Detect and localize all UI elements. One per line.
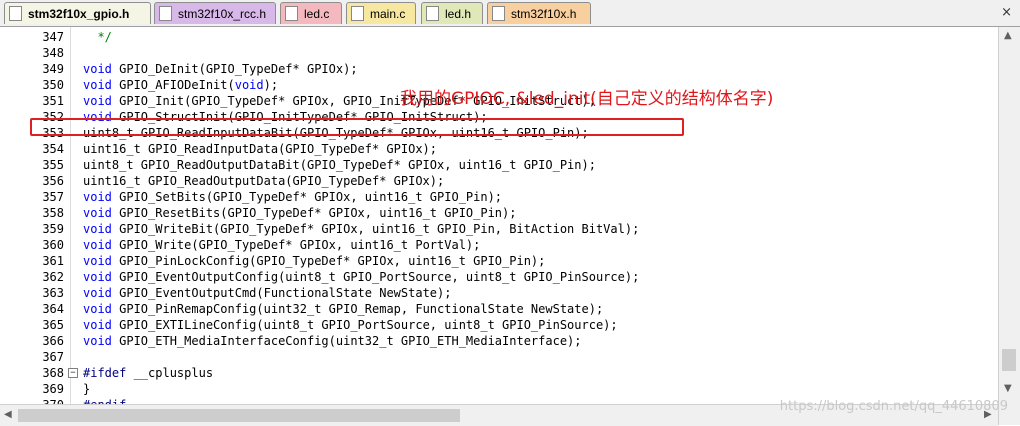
code-line: 361 void GPIO_PinLockConfig(GPIO_TypeDef*… [0, 253, 998, 269]
code-text: #ifdef __cplusplus [83, 366, 214, 380]
code-line: 347 */ [0, 29, 998, 45]
code-text: void GPIO_ETH_MediaInterfaceConfig(uint3… [83, 334, 582, 348]
code-line: 363 void GPIO_EventOutputCmd(FunctionalSt… [0, 285, 998, 301]
line-number: 350 [42, 78, 64, 92]
tab-label: stm32f10x.h [511, 6, 577, 21]
line-number: 351 [42, 94, 64, 108]
code-line: 349 void GPIO_DeInit(GPIO_TypeDef* GPIOx)… [0, 61, 998, 77]
vertical-scrollbar[interactable]: ▲ ▼ [998, 27, 1020, 425]
tab-label: led.c [304, 6, 330, 21]
line-number: 358 [42, 206, 64, 220]
line-number: 361 [42, 254, 64, 268]
code-text: uint16_t GPIO_ReadOutputData(GPIO_TypeDe… [83, 174, 445, 188]
tab-label: main.c [370, 6, 406, 21]
file-icon [351, 6, 364, 21]
code-line: 354 uint16_t GPIO_ReadInputData(GPIO_Type… [0, 141, 998, 157]
tab-label: stm32f10x_gpio.h [28, 6, 130, 21]
code-line: 360 void GPIO_Write(GPIO_TypeDef* GPIOx, … [0, 237, 998, 253]
line-number: 362 [42, 270, 64, 284]
code-line: 362 void GPIO_EventOutputConfig(uint8_t G… [0, 269, 998, 285]
line-number: 369 [42, 382, 64, 396]
code-line: 365 void GPIO_EXTILineConfig(uint8_t GPIO… [0, 317, 998, 333]
code-text: */ [83, 30, 112, 44]
code-line: 348 [0, 45, 998, 61]
line-number: 347 [42, 30, 64, 44]
code-text: void GPIO_PinLockConfig(GPIO_TypeDef* GP… [83, 254, 546, 268]
scroll-down-icon[interactable]: ▼ [1004, 383, 1012, 394]
scroll-up-icon[interactable]: ▲ [1004, 30, 1012, 41]
file-icon [159, 6, 172, 21]
code-text: uint8_t GPIO_ReadOutputDataBit(GPIO_Type… [83, 158, 596, 172]
line-number: 367 [42, 350, 64, 364]
line-number: 356 [42, 174, 64, 188]
watermark: https://blog.csdn.net/qq_44610809 [779, 399, 1008, 414]
code-line: 355 uint8_t GPIO_ReadOutputDataBit(GPIO_T… [0, 157, 998, 173]
code-line: 367 [0, 349, 998, 365]
file-icon [426, 6, 439, 21]
line-number: 360 [42, 238, 64, 252]
code-text: void GPIO_PinRemapConfig(uint32_t GPIO_R… [83, 302, 604, 316]
code-line: 366 void GPIO_ETH_MediaInterfaceConfig(ui… [0, 333, 998, 349]
code-text: } [83, 382, 91, 396]
code-text: uint16_t GPIO_ReadInputData(GPIO_TypeDef… [83, 142, 438, 156]
tab-stm32f10x-rcc-h[interactable]: stm32f10x_rcc.h [154, 2, 276, 24]
file-icon [9, 6, 22, 21]
code-text: void GPIO_SetBits(GPIO_TypeDef* GPIOx, u… [83, 190, 503, 204]
code-text: void GPIO_DeInit(GPIO_TypeDef* GPIOx); [83, 62, 358, 76]
code-text: void GPIO_EXTILineConfig(uint8_t GPIO_Po… [83, 318, 618, 332]
line-number: 355 [42, 158, 64, 172]
code-text: void GPIO_EventOutputConfig(uint8_t GPIO… [83, 270, 640, 284]
highlight-box [30, 118, 684, 136]
close-icon[interactable]: × [1001, 5, 1012, 20]
code-line: 364 void GPIO_PinRemapConfig(uint32_t GPI… [0, 301, 998, 317]
line-number: 348 [42, 46, 64, 60]
code-line: 358 void GPIO_ResetBits(GPIO_TypeDef* GPI… [0, 205, 998, 221]
line-number: 357 [42, 190, 64, 204]
code-editor[interactable]: 347 */348 349 void GPIO_DeInit(GPIO_TypeDe… [0, 27, 998, 412]
fold-toggle-icon[interactable]: − [68, 368, 78, 378]
code-line: 369} [0, 381, 998, 397]
code-text: void GPIO_ResetBits(GPIO_TypeDef* GPIOx,… [83, 206, 517, 220]
code-text: void GPIO_WriteBit(GPIO_TypeDef* GPIOx, … [83, 222, 640, 236]
tab-led-c[interactable]: led.c [280, 2, 342, 24]
line-number: 354 [42, 142, 64, 156]
line-number: 368 [42, 366, 64, 380]
tab-label: led.h [445, 6, 472, 21]
code-text: void GPIO_Write(GPIO_TypeDef* GPIOx, uin… [83, 238, 481, 252]
tab-stm32f10x-h[interactable]: stm32f10x.h [487, 2, 591, 24]
code-line: 368− #ifdef __cplusplus [0, 365, 998, 381]
line-number: 349 [42, 62, 64, 76]
code-line: 359 void GPIO_WriteBit(GPIO_TypeDef* GPIO… [0, 221, 998, 237]
code-text: void GPIO_EventOutputCmd(FunctionalState… [83, 286, 452, 300]
line-number: 364 [42, 302, 64, 316]
annotation-text: 我用的GPIOC, &led_init(自己定义的结构体名字) [400, 89, 774, 109]
tab-led-h[interactable]: led.h [421, 2, 483, 24]
horizontal-scroll-thumb[interactable] [18, 409, 460, 422]
tab-main-c[interactable]: main.c [346, 2, 416, 24]
line-number: 366 [42, 334, 64, 348]
line-number: 363 [42, 286, 64, 300]
file-icon [285, 6, 298, 21]
tab-label: stm32f10x_rcc.h [178, 6, 267, 21]
file-icon [492, 6, 505, 21]
vertical-scroll-thumb[interactable] [1002, 349, 1016, 371]
line-number: 359 [42, 222, 64, 236]
code-line: 357 void GPIO_SetBits(GPIO_TypeDef* GPIOx… [0, 189, 998, 205]
scroll-left-icon[interactable]: ◀ [4, 409, 12, 420]
tab-stm32f10x-gpio-h[interactable]: stm32f10x_gpio.h [4, 2, 151, 24]
file-tab-bar: stm32f10x_gpio.h stm32f10x_rcc.h led.c m… [0, 0, 1020, 27]
code-line: 356 uint16_t GPIO_ReadOutputData(GPIO_Typ… [0, 173, 998, 189]
line-number: 365 [42, 318, 64, 332]
code-text: void GPIO_AFIODeInit(void); [83, 78, 279, 92]
